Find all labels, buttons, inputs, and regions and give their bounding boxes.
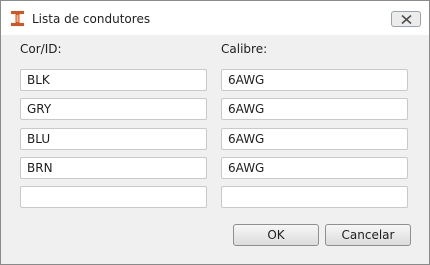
title-bar[interactable]: Lista de condutores bbox=[1, 1, 429, 35]
gauge-column-label: Calibre: bbox=[221, 42, 268, 56]
gauge-field-2[interactable]: 6AWG bbox=[221, 98, 408, 120]
ok-button[interactable]: OK bbox=[233, 224, 319, 246]
gauge-field-3[interactable]: 6AWG bbox=[221, 128, 408, 150]
color-id-field-4[interactable]: BRN bbox=[20, 157, 207, 179]
i-beam-icon bbox=[9, 10, 26, 27]
dialog-body: Cor/ID: Calibre: BLK 6AWG GRY 6AWG BLU 6… bbox=[1, 35, 429, 264]
color-id-column-label: Cor/ID: bbox=[20, 42, 62, 56]
color-id-field-1[interactable]: BLK bbox=[20, 69, 207, 91]
close-button[interactable] bbox=[391, 11, 421, 27]
gauge-field-1[interactable]: 6AWG bbox=[221, 69, 408, 91]
color-id-field-3[interactable]: BLU bbox=[20, 128, 207, 150]
cancel-button[interactable]: Cancelar bbox=[325, 224, 411, 246]
gauge-field-5[interactable] bbox=[221, 186, 408, 208]
gauge-field-4[interactable]: 6AWG bbox=[221, 157, 408, 179]
window-title: Lista de condutores bbox=[32, 12, 151, 26]
dialog-window: Lista de condutores Cor/ID: Calibre: BLK… bbox=[0, 0, 430, 265]
color-id-field-2[interactable]: GRY bbox=[20, 98, 207, 120]
close-icon bbox=[401, 15, 412, 24]
color-id-field-5[interactable] bbox=[20, 186, 207, 208]
